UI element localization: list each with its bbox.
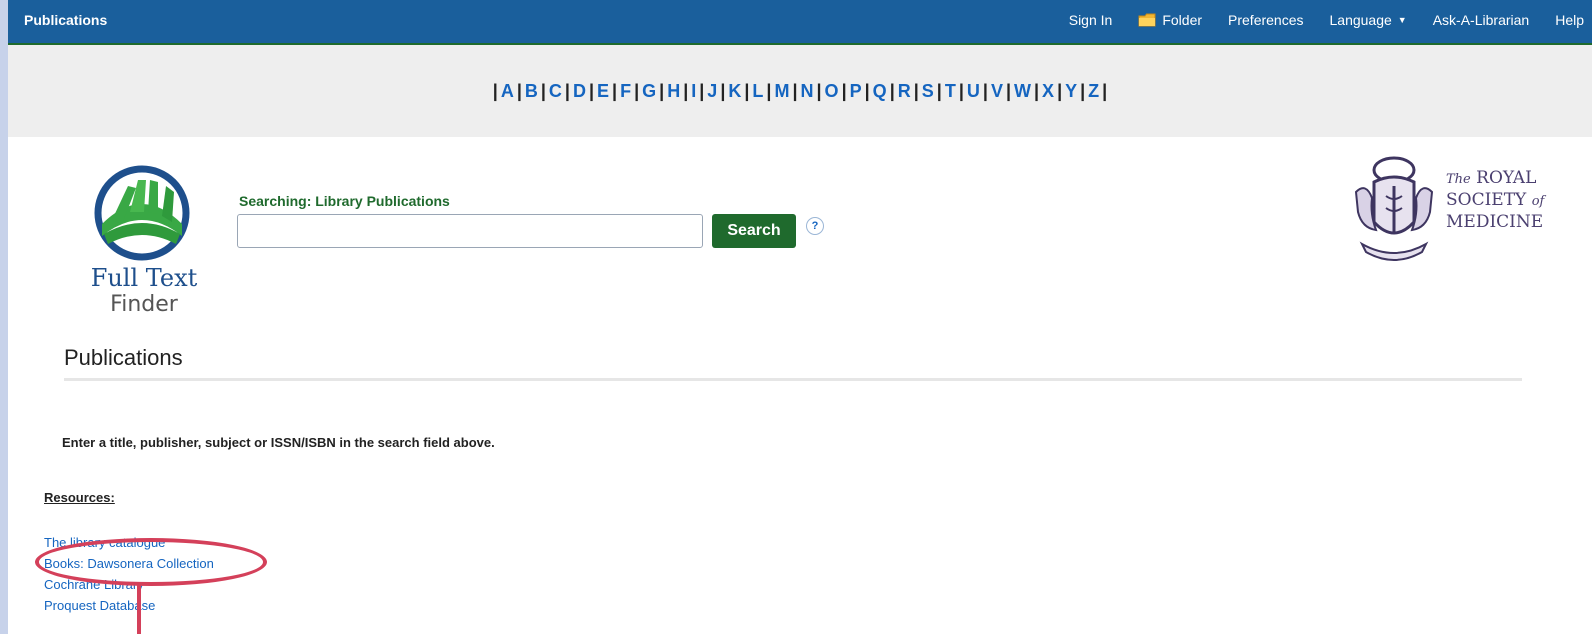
full-text-finder-logo: Full Text Finder: [91, 164, 197, 317]
alphabet-separator: |: [816, 80, 822, 101]
alphabet-letter-j[interactable]: J: [707, 81, 717, 102]
rsm-medicine: MEDICINE: [1446, 212, 1544, 232]
alphabet-letter-k[interactable]: K: [728, 81, 741, 102]
alphabet-letter-b[interactable]: B: [525, 81, 538, 102]
alphabet-separator: |: [792, 80, 798, 101]
folder-link[interactable]: Folder: [1138, 12, 1202, 28]
alphabet-separator: |: [982, 80, 988, 101]
app-title: Publications: [24, 12, 108, 28]
alphabet-letter-m[interactable]: M: [774, 81, 789, 102]
alphabet-separator: |: [564, 80, 570, 101]
alphabet-letter-g[interactable]: G: [642, 81, 656, 102]
rsm-wordmark: The ROYAL SOCIETY of MEDICINE: [1446, 168, 1544, 232]
alphabet-letter-u[interactable]: U: [967, 81, 980, 102]
help-link[interactable]: Help: [1555, 12, 1584, 28]
highlight-pointer: [137, 584, 141, 634]
resource-link-proquest[interactable]: Proquest Database: [44, 595, 214, 616]
resources-heading: Resources:: [44, 490, 115, 505]
alphabet-letter-e[interactable]: E: [597, 81, 609, 102]
highlight-ellipse: [35, 538, 267, 586]
alphabet-separator: |: [936, 80, 942, 101]
alphabet-letter-o[interactable]: O: [825, 81, 839, 102]
alphabet-separator: |: [588, 80, 595, 101]
alphabet-separator: |: [683, 80, 689, 101]
alphabet-letter-i[interactable]: I: [691, 81, 696, 102]
search-scope-label: Searching: Library Publications: [239, 193, 450, 209]
page-title: Publications: [64, 345, 183, 370]
help-icon[interactable]: ?: [806, 217, 824, 235]
folder-icon: [1138, 13, 1156, 27]
alphabet-separator: |: [1080, 80, 1086, 101]
alphabet-separator: |: [699, 80, 705, 101]
sign-in-link[interactable]: Sign In: [1069, 12, 1113, 28]
search-input[interactable]: [237, 214, 703, 248]
alphabet-letter-f[interactable]: F: [620, 81, 631, 102]
alphabet-letter-p[interactable]: P: [850, 81, 862, 102]
alphabet-separator: |: [492, 80, 498, 101]
alphabet-separator: |: [540, 80, 546, 101]
alphabet-separator: |: [864, 80, 870, 101]
alphabet-letter-z[interactable]: Z: [1088, 81, 1099, 102]
alphabet-letter-x[interactable]: X: [1042, 81, 1054, 102]
divider: [64, 378, 1522, 381]
alphabet-separator: |: [958, 80, 964, 101]
rsm-the: The: [1446, 172, 1471, 187]
alphabet-letter-h[interactable]: H: [667, 81, 680, 102]
search-button[interactable]: Search: [712, 214, 796, 248]
fulltextfinder-emblem-icon: [94, 165, 190, 261]
alphabet-separator: |: [744, 80, 750, 101]
language-menu[interactable]: Language ▼: [1330, 12, 1407, 28]
rsm-royal: ROYAL: [1476, 168, 1537, 188]
caret-down-icon: ▼: [1397, 15, 1407, 25]
alphabet-letter-r[interactable]: R: [898, 81, 911, 102]
alphabet-letter-a[interactable]: A: [501, 81, 514, 102]
alphabet-separator: |: [1034, 80, 1040, 101]
alphabet-separator: |: [634, 80, 640, 101]
alphabet-letter-c[interactable]: C: [549, 81, 562, 102]
alphabet-separator: |: [1102, 80, 1108, 101]
preferences-link[interactable]: Preferences: [1228, 12, 1303, 28]
logo-line1: Full Text: [90, 264, 198, 292]
rsm-society: SOCIETY: [1446, 190, 1527, 210]
alphabet-letter-w[interactable]: W: [1014, 81, 1031, 102]
alphabet-letter-y[interactable]: Y: [1065, 81, 1077, 102]
top-nav: Sign In Folder Preferences Language ▼ As…: [1043, 12, 1592, 28]
search-hint: Enter a title, publisher, subject or ISS…: [62, 435, 495, 450]
folder-label: Folder: [1162, 12, 1203, 28]
alphabet-separator: |: [516, 80, 522, 101]
language-label: Language: [1329, 12, 1392, 28]
alphabet-letter-n[interactable]: N: [801, 81, 814, 102]
alphabet-separator: |: [1057, 80, 1063, 101]
alphabet-separator: |: [913, 80, 919, 101]
ask-librarian-link[interactable]: Ask-A-Librarian: [1433, 12, 1529, 28]
page: Publications Sign In Folder Preferences …: [8, 0, 1592, 634]
alphabet-separator: |: [659, 80, 665, 101]
alphabet-letter-v[interactable]: V: [991, 81, 1003, 102]
alphabet-separator: |: [612, 80, 618, 101]
alphabet-letter-t[interactable]: T: [945, 81, 956, 102]
alphabet-nav: | A | B | C | D | E | F | G | H | I | J | K | L | M | N | O | P | Q | R | S | T…: [8, 45, 1592, 137]
alphabet-separator: |: [841, 80, 847, 101]
alphabet-letter-l[interactable]: L: [752, 81, 763, 102]
logo-line2: Finder: [110, 292, 178, 317]
top-bar: Publications Sign In Folder Preferences …: [8, 0, 1592, 45]
alphabet-letter-s[interactable]: S: [922, 81, 934, 102]
alphabet-letter-d[interactable]: D: [573, 81, 586, 102]
alphabet-separator: |: [720, 80, 726, 101]
alphabet-letter-q[interactable]: Q: [873, 81, 887, 102]
alphabet-separator: |: [766, 80, 772, 101]
alphabet-separator: |: [889, 80, 895, 101]
rsm-of: of: [1531, 194, 1545, 209]
alphabet-separator: |: [1005, 80, 1011, 101]
coat-of-arms-icon: [1354, 156, 1434, 261]
royal-society-medicine-logo: The ROYAL SOCIETY of MEDICINE: [1348, 152, 1544, 277]
